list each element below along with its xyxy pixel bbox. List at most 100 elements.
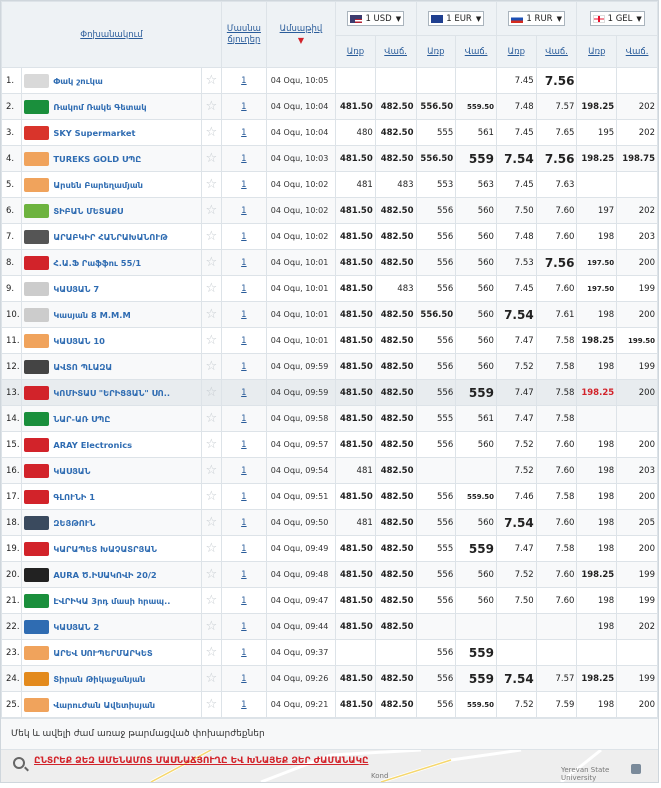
col-date[interactable]: Ամսաթիվ ▼ [265, 1, 337, 68]
table-row[interactable]: 9. ԿԱՍՅԱՆ 7 ☆ 1 04 Օգս, 10:01 481.50 483 556 560… [0, 275, 658, 302]
favorite-star-icon[interactable]: ☆ [200, 327, 222, 354]
exchange-point-cell[interactable]: Փակ շուկա [21, 67, 202, 94]
exchange-point-name[interactable]: Ռակոմ Ռակե Գետակ [53, 102, 146, 112]
exchange-point-name[interactable]: ԿԱՐԱՊԵՏ ԽԱՉԱՏՐՅԱՆ [53, 544, 157, 554]
branch-count-link[interactable]: 1 [220, 613, 267, 640]
table-row[interactable]: 19. ԿԱՐԱՊԵՏ ԽԱՉԱՏՐՅԱՆ ☆ 1 04 Օգս, 09:49 481.5… [0, 535, 658, 562]
exchange-point-cell[interactable]: TUREKS GOLD ՍՊԸ [21, 145, 202, 172]
table-row[interactable]: 17. ԳԼՈՒՆԻ 1 ☆ 1 04 Օգս, 09:51 481.50 482.50 55… [0, 483, 658, 510]
exchange-point-cell[interactable]: Տիրան Թիկաջանյան [21, 665, 202, 692]
map-banner[interactable]: ԸՆՏՐԵՔ ՁԵԶ ԱՄԵՆԱՄՈՏ ՄԱՍՆԱՃՅՈՒՂԸ ԵՎ ԽՆԱՅԵ… [1, 749, 658, 782]
branch-count-link[interactable]: 1 [220, 119, 267, 146]
table-row[interactable]: 12. ԱՎՏՈ ՊԼԱԶԱ ☆ 1 04 Օգս, 09:59 481.50 482.50… [0, 353, 658, 380]
branch-count-link[interactable]: 1 [220, 93, 267, 120]
col-exchange-point[interactable]: Փոխանակում [1, 1, 222, 68]
exchange-point-name[interactable]: ԱՐԵՎ ՍՈՒՊԵՐՄԱՐԿԵՏ [53, 648, 152, 658]
table-row[interactable]: 21. ԷՎՐԻԿԱ 3րդ մասի հրապ.. ☆ 1 04 Օգս, 09:47… [0, 587, 658, 614]
exchange-point-name[interactable]: Տիրան Թիկաջանյան [53, 674, 145, 684]
table-row[interactable]: 16. ԿԱՍՅԱՆ ☆ 1 04 Օգս, 09:54 481 482.50 7.52 7.6… [0, 457, 658, 484]
table-row[interactable]: 22. ԿԱՍՅԱՆ 2 ☆ 1 04 Օգս, 09:44 481.50 482.50 19… [0, 613, 658, 640]
usd-buy-header[interactable]: Առք [335, 35, 376, 68]
favorite-star-icon[interactable]: ☆ [200, 483, 222, 510]
favorite-star-icon[interactable]: ☆ [200, 67, 222, 94]
exchange-point-cell[interactable]: ՏԻԲԱՆ ՄԵՏԱՔՍ [21, 197, 202, 224]
branch-count-link[interactable]: 1 [220, 639, 267, 666]
exchange-point-cell[interactable]: ԿԱՍՅԱՆ 2 [21, 613, 202, 640]
favorite-star-icon[interactable]: ☆ [200, 275, 222, 302]
exchange-point-name[interactable]: SKY Supermarket [53, 128, 135, 138]
exchange-point-name[interactable]: ARAY Electronics [53, 440, 132, 450]
exchange-point-name[interactable]: ԿԱՍՅԱՆ 7 [53, 284, 99, 294]
branch-count-link[interactable]: 1 [220, 197, 267, 224]
usd-selector[interactable]: 1 USD ▼ [335, 1, 417, 36]
table-row[interactable]: 18. ԶԵՅԹՈՒՆ ☆ 1 04 Օգս, 09:50 481 482.50 556 560… [0, 509, 658, 536]
favorite-star-icon[interactable]: ☆ [200, 119, 222, 146]
branch-count-link[interactable]: 1 [220, 691, 267, 718]
favorite-star-icon[interactable]: ☆ [200, 509, 222, 536]
exchange-point-cell[interactable]: AURA Ծ.ԻՍԱԿՈՎԻ 20/2 [21, 561, 202, 588]
branch-count-link[interactable]: 1 [220, 561, 267, 588]
table-row[interactable]: 1. Փակ շուկա ☆ 1 04 Օգս, 10:05 7.45 7.56 [0, 67, 658, 94]
usd-sell-header[interactable]: Վաճ. [374, 35, 417, 68]
table-row[interactable]: 3. SKY Supermarket ☆ 1 04 Օգս, 10:04 480 482.5… [0, 119, 658, 146]
exchange-point-cell[interactable]: ԷՎՐԻԿԱ 3րդ մասի հրապ.. [21, 587, 202, 614]
table-row[interactable]: 8. Հ.Ա.Ֆ Րաֆֆու 55/1 ☆ 1 04 Օգս, 10:01 481.50… [0, 249, 658, 276]
exchange-point-cell[interactable]: ՆԱՐ-ԱՌ ՍՊԸ [21, 405, 202, 432]
exchange-point-name[interactable]: Կասյան 8 M.M.M [53, 310, 130, 320]
table-row[interactable]: 14. ՆԱՐ-ԱՌ ՍՊԸ ☆ 1 04 Օգս, 09:58 481.50 482.50… [0, 405, 658, 432]
exchange-point-cell[interactable]: SKY Supermarket [21, 119, 202, 146]
branch-count-link[interactable]: 1 [220, 327, 267, 354]
branch-count-link[interactable]: 1 [220, 171, 267, 198]
exchange-point-cell[interactable]: ԿԱՍՅԱՆ 10 [21, 327, 202, 354]
favorite-star-icon[interactable]: ☆ [200, 613, 222, 640]
favorite-star-icon[interactable]: ☆ [200, 431, 222, 458]
favorite-star-icon[interactable]: ☆ [200, 587, 222, 614]
branch-count-link[interactable]: 1 [220, 483, 267, 510]
exchange-point-name[interactable]: TUREKS GOLD ՍՊԸ [53, 154, 141, 164]
exchange-point-name[interactable]: ԿԱՍՅԱՆ [53, 466, 90, 476]
exchange-point-cell[interactable]: Արսեն Բարեղամյան [21, 171, 202, 198]
table-row[interactable]: 5. Արսեն Բարեղամյան ☆ 1 04 Օգս, 10:02 481 483 5… [0, 171, 658, 198]
favorite-star-icon[interactable]: ☆ [200, 405, 222, 432]
favorite-star-icon[interactable]: ☆ [200, 301, 222, 328]
exchange-point-cell[interactable]: ԿԱՍՅԱՆ [21, 457, 202, 484]
exchange-point-name[interactable]: ԶԵՅԹՈՒՆ [53, 518, 95, 528]
table-row[interactable]: 4. TUREKS GOLD ՍՊԸ ☆ 1 04 Օգս, 10:03 481.50 48… [0, 145, 658, 172]
table-row[interactable]: 23. ԱՐԵՎ ՍՈՒՊԵՐՄԱՐԿԵՏ ☆ 1 04 Օգս, 09:37 556 55… [0, 639, 658, 666]
table-row[interactable]: 7. ԱՐԱԲԿԻՐ ՀԱՆՐԱԽԱՆՈՒԹ ☆ 1 04 Օգս, 10:02 481.… [0, 223, 658, 250]
exchange-point-name[interactable]: ԿԱՍՅԱՆ 2 [53, 622, 99, 632]
table-row[interactable]: 6. ՏԻԲԱՆ ՄԵՏԱՔՍ ☆ 1 04 Օգս, 10:02 481.50 482.5… [0, 197, 658, 224]
exchange-point-name[interactable]: Վարուժան Ավետիսյան [53, 700, 155, 710]
exchange-point-name[interactable]: ՆԱՐ-ԱՌ ՍՊԸ [53, 414, 110, 424]
exchange-point-name[interactable]: ԷՎՐԻԿԱ 3րդ մասի հրապ.. [53, 596, 170, 606]
branch-count-link[interactable]: 1 [220, 509, 267, 536]
exchange-point-cell[interactable]: ARAY Electronics [21, 431, 202, 458]
branch-count-link[interactable]: 1 [220, 457, 267, 484]
table-row[interactable]: 15. ARAY Electronics ☆ 1 04 Օգս, 09:57 481.50… [0, 431, 658, 458]
gel-selector[interactable]: 1 GEL ▼ [576, 1, 658, 36]
exchange-point-name[interactable]: Հ.Ա.Ֆ Րաֆֆու 55/1 [53, 258, 141, 268]
table-row[interactable]: 25. Վարուժան Ավետիսյան ☆ 1 04 Օգս, 09:21 481.… [0, 691, 658, 718]
branch-count-link[interactable]: 1 [220, 145, 267, 172]
exchange-point-cell[interactable]: ԱՐԵՎ ՍՈՒՊԵՐՄԱՐԿԵՏ [21, 639, 202, 666]
exchange-point-name[interactable]: ԱՎՏՈ ՊԼԱԶԱ [53, 362, 112, 372]
exchange-point-cell[interactable]: Վարուժան Ավետիսյան [21, 691, 202, 718]
branch-count-link[interactable]: 1 [220, 405, 267, 432]
branch-count-link[interactable]: 1 [220, 275, 267, 302]
favorite-star-icon[interactable]: ☆ [200, 691, 222, 718]
branch-count-link[interactable]: 1 [220, 353, 267, 380]
favorite-star-icon[interactable]: ☆ [200, 93, 222, 120]
branch-count-link[interactable]: 1 [220, 431, 267, 458]
eur-buy-header[interactable]: Առք [415, 35, 457, 68]
table-row[interactable]: 10. Կասյան 8 M.M.M ☆ 1 04 Օգս, 10:01 481.50 48… [0, 301, 658, 328]
exchange-point-name[interactable]: ԳԼՈՒՆԻ 1 [53, 492, 95, 502]
gel-buy-header[interactable]: Առք [576, 35, 618, 68]
favorite-star-icon[interactable]: ☆ [200, 639, 222, 666]
table-row[interactable]: 20. AURA Ծ.ԻՍԱԿՈՎԻ 20/2 ☆ 1 04 Օգս, 09:48 481… [0, 561, 658, 588]
table-row[interactable]: 13. ԿՈՄԻՏԱՍ "ԵՐԻՑՅԱՆ" ՍՈ.. ☆ 1 04 Օգս, 09:59… [0, 379, 658, 406]
favorite-star-icon[interactable]: ☆ [200, 561, 222, 588]
table-row[interactable]: 24. Տիրան Թիկաջանյան ☆ 1 04 Օգս, 09:26 481.50… [0, 665, 658, 692]
favorite-star-icon[interactable]: ☆ [200, 665, 222, 692]
exchange-point-cell[interactable]: ԿԱՍՅԱՆ 7 [21, 275, 202, 302]
exchange-point-name[interactable]: AURA Ծ.ԻՍԱԿՈՎԻ 20/2 [53, 570, 156, 580]
